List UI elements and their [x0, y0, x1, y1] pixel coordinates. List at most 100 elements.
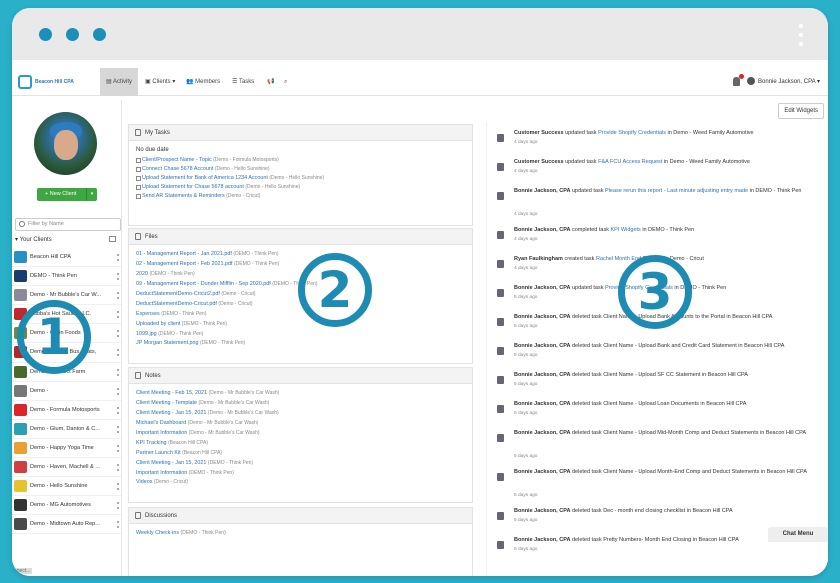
client-options-icon[interactable]	[117, 311, 119, 319]
note-item-title[interactable]: Client Meeting - Feb 15, 2021	[136, 390, 207, 396]
task-title[interactable]: Send AR Statements & Reminders	[142, 193, 225, 199]
note-item[interactable]: Important Information (DEMO - Think Pen)	[136, 469, 465, 479]
note-item-title[interactable]: Important Information	[136, 470, 187, 476]
client-item[interactable]: Demo - Midtown Auto Rep...	[12, 515, 121, 535]
note-item[interactable]: Partner Launch Kit (Beacon Hill CPA)	[136, 449, 465, 459]
client-item[interactable]: Demo - MG Automotives	[12, 496, 121, 516]
client-item[interactable]: Demo - Happy Yoga Time	[12, 439, 121, 459]
profile-photo[interactable]	[34, 112, 97, 175]
chevron-down-icon[interactable]: ▾	[86, 188, 97, 201]
client-options-icon[interactable]	[117, 273, 119, 281]
client-options-icon[interactable]	[117, 521, 119, 529]
collapse-icon[interactable]	[109, 236, 116, 242]
file-item[interactable]: Uploaded by client (DEMO - Think Pen)	[136, 320, 465, 330]
window-dot-1[interactable]	[39, 28, 52, 41]
note-item-title[interactable]: Videos	[136, 479, 152, 485]
client-options-icon[interactable]	[117, 464, 119, 472]
note-item[interactable]: Client Meeting - Feb 15, 2021 (Demo - Mr…	[136, 389, 465, 399]
note-item[interactable]: Important Information (Demo - Mr Bubble'…	[136, 429, 465, 439]
note-item[interactable]: Michael's Dashboard (Demo - Mr Bubble's …	[136, 419, 465, 429]
task-item[interactable]: Upload Statement for Chase 5678 account …	[136, 183, 465, 192]
note-item-title[interactable]: Client Meeting - Jan 15, 2021	[136, 460, 206, 466]
client-options-icon[interactable]	[117, 330, 119, 338]
task-title[interactable]: Client/Prospect Name - Topic	[142, 157, 212, 163]
client-options-icon[interactable]	[117, 483, 119, 491]
task-checkbox[interactable]	[136, 193, 141, 199]
nav-activity[interactable]: ▤ Activity	[100, 68, 139, 96]
client-item[interactable]: DEMO - Think Pen	[12, 267, 121, 287]
app-logo[interactable]: Beacon Hill CPA	[18, 75, 76, 91]
nav-clients[interactable]: ▣ Clients ▾	[145, 68, 175, 96]
notification-bell-icon[interactable]	[733, 74, 744, 86]
client-item[interactable]: Demo -	[12, 382, 121, 401]
activity-task-link[interactable]: F&A FCU Access Request	[598, 159, 662, 165]
window-dot-3[interactable]	[93, 28, 106, 41]
client-item[interactable]: Demo - Formula Motosports	[12, 401, 121, 420]
search-icon[interactable]: ⌕	[284, 68, 287, 96]
file-item[interactable]: 1099.jpg (DEMO - Think Pen)	[136, 330, 465, 340]
edit-widgets-button[interactable]: Edit Widgets	[778, 103, 824, 119]
client-options-icon[interactable]	[117, 254, 119, 261]
note-item-title[interactable]: Client Meeting - Template	[136, 400, 197, 406]
client-options-icon[interactable]	[117, 387, 119, 395]
discussion-item[interactable]: Weekly Check-ins (DEMO - Think Pen)	[136, 529, 465, 539]
note-item-title[interactable]: Michael's Dashboard	[136, 420, 186, 426]
note-item[interactable]: Videos (Demo - Cricut)	[136, 478, 465, 488]
megaphone-icon[interactable]: 📢	[267, 68, 274, 96]
client-item[interactable]: Demo - Haven, Machell & ...	[12, 458, 121, 478]
note-item-title[interactable]: Client Meeting - Jan 15, 2021	[136, 410, 206, 416]
client-options-icon[interactable]	[117, 425, 119, 433]
task-checkbox[interactable]	[136, 175, 141, 181]
file-item-title[interactable]: Expenses	[136, 311, 160, 317]
client-options-icon[interactable]	[117, 292, 119, 300]
window-dot-2[interactable]	[66, 28, 79, 41]
task-checkbox[interactable]	[136, 158, 141, 163]
client-options-icon[interactable]	[117, 368, 119, 376]
file-item-title[interactable]: 02 - Management Report - Feb 2021.pdf	[136, 261, 233, 267]
task-checkbox[interactable]	[136, 184, 141, 190]
client-options-icon[interactable]	[117, 444, 119, 452]
task-checkbox[interactable]	[136, 166, 141, 172]
new-client-button[interactable]: + New Client ▾	[37, 188, 97, 201]
file-item-title[interactable]: DeductStatementDemo-Cricut.pdf	[136, 301, 217, 307]
activity-task-link[interactable]: Please rerun this report - Last minute a…	[605, 188, 748, 194]
file-item[interactable]: JP Morgan Statement.png (DEMO - Think Pe…	[136, 339, 465, 349]
more-options-icon[interactable]	[799, 24, 804, 50]
file-item-title[interactable]: 01 - Management Report - Jan 2021.pdf	[136, 251, 232, 257]
file-item-title[interactable]: DeductStatementDemo-Cricut2.pdf	[136, 291, 220, 297]
nav-members[interactable]: 👥 Members	[186, 68, 220, 96]
task-item[interactable]: Connect Chase 5678 Account (Demo - Hello…	[136, 165, 465, 174]
task-item[interactable]: Upload Statement for Bank of America 123…	[136, 174, 465, 183]
client-item[interactable]: Demo - Hello Sunshine	[12, 477, 121, 497]
note-item[interactable]: KPI Tracking (Beacon Hill CPA)	[136, 439, 465, 449]
note-item[interactable]: Client Meeting - Template (Demo - Mr Bub…	[136, 399, 465, 409]
note-item-title[interactable]: KPI Tracking	[136, 440, 167, 446]
file-item[interactable]: 02 - Management Report - Feb 2021.pdf (D…	[136, 260, 465, 270]
task-item[interactable]: Send AR Statements & Reminders (Demo - C…	[136, 192, 465, 201]
activity-task-link[interactable]: KPI Widgets	[611, 227, 641, 233]
client-options-icon[interactable]	[117, 406, 119, 414]
client-options-icon[interactable]	[117, 349, 119, 357]
note-item-title[interactable]: Important Information	[136, 430, 187, 436]
file-item[interactable]: 01 - Management Report - Jan 2021.pdf (D…	[136, 250, 465, 260]
note-item[interactable]: Client Meeting - Jan 15, 2021 (DEMO - Th…	[136, 459, 465, 469]
activity-task-link[interactable]: Provide Shopify Credentials	[598, 130, 666, 136]
filter-input[interactable]: Filter by Name	[15, 218, 121, 231]
note-item[interactable]: Client Meeting - Jan 15, 2021 (Demo - Mr…	[136, 409, 465, 419]
note-item-title[interactable]: Partner Launch Kit	[136, 450, 181, 456]
file-item-title[interactable]: Uploaded by client	[136, 321, 180, 327]
task-title[interactable]: Connect Chase 5678 Account	[142, 166, 213, 172]
chat-menu-button[interactable]: Chat Menu	[768, 527, 828, 542]
file-item-title[interactable]: JP Morgan Statement.png	[136, 340, 199, 346]
client-options-icon[interactable]	[117, 502, 119, 510]
client-item[interactable]: Demo - Glum, Danton & C...	[12, 420, 121, 439]
file-item[interactable]: Expenses (DEMO - Think Pen)	[136, 310, 465, 320]
nav-tasks[interactable]: ☰ Tasks	[232, 68, 254, 96]
task-item[interactable]: Client/Prospect Name - Topic (Demo - For…	[136, 156, 465, 165]
task-title[interactable]: Upload Statement for Bank of America 123…	[142, 175, 268, 181]
client-item[interactable]: Beacon Hill CPA	[12, 248, 121, 268]
task-title[interactable]: Upload Statement for Chase 5678 account	[142, 184, 244, 190]
user-menu[interactable]: Bonnie Jackson, CPA ▾	[747, 68, 820, 96]
file-item-title[interactable]: 09 - Management Report - Dunder Mifflin …	[136, 281, 271, 287]
your-clients-header[interactable]: ▾ Your Clients	[15, 236, 52, 243]
